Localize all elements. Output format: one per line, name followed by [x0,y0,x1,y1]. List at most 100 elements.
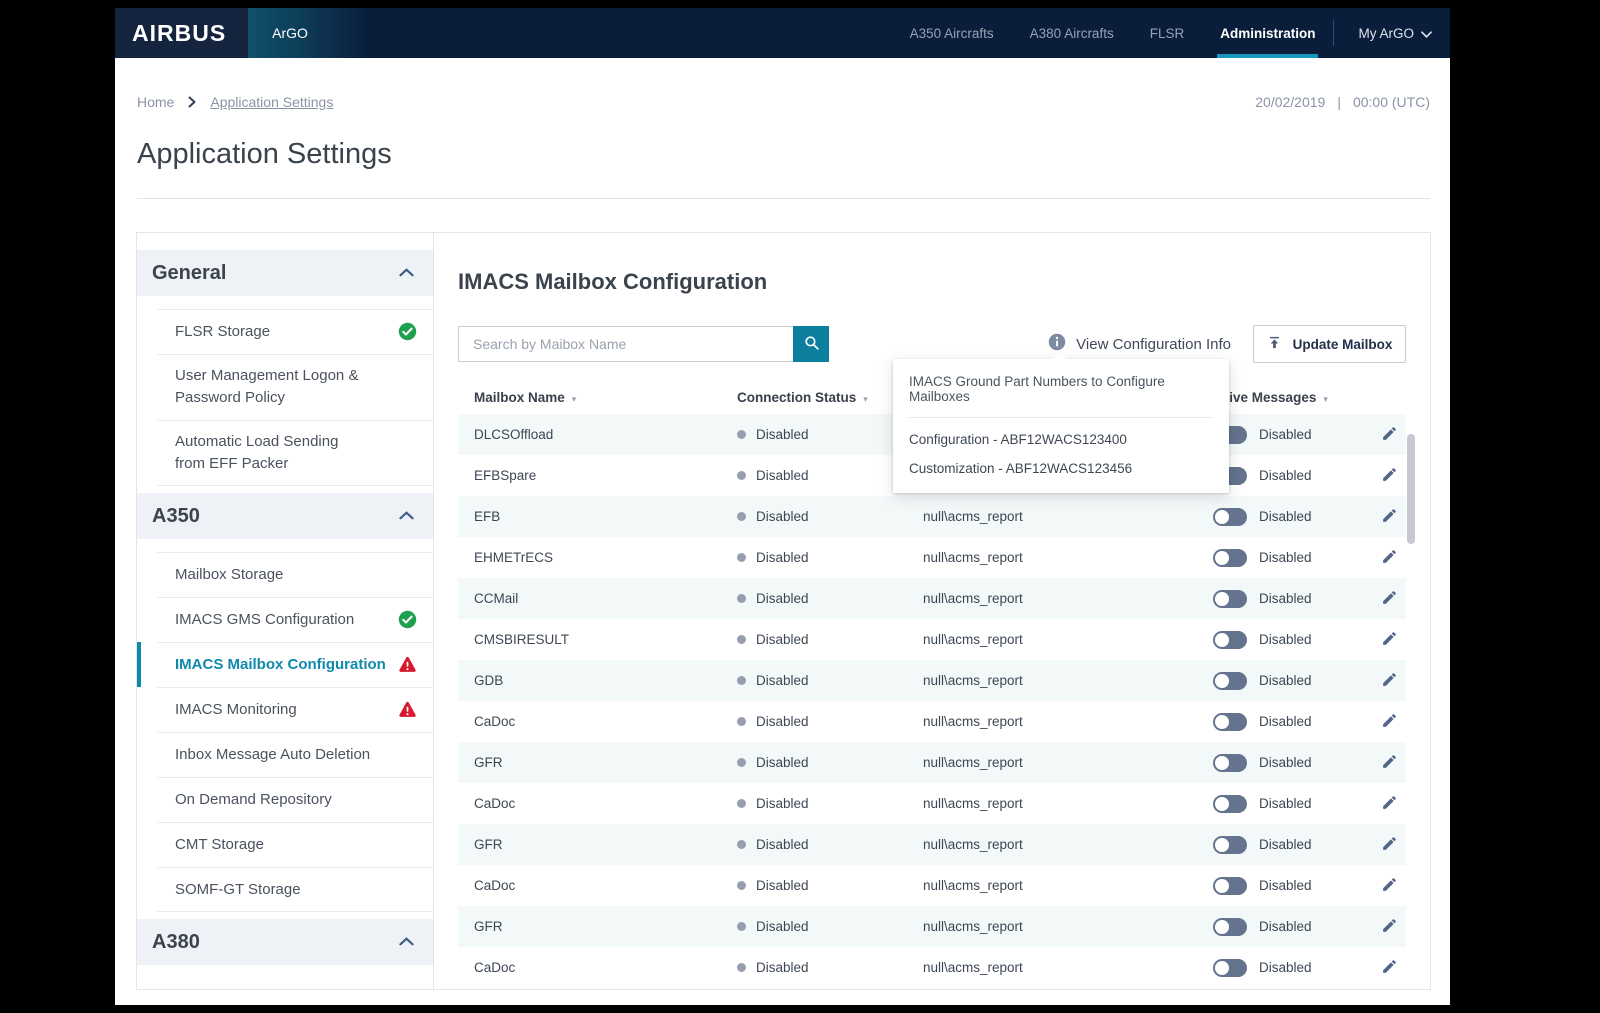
table-rows: DLCSOffload Disabled Disabled EFBSpare D… [458,414,1406,988]
sidebar-item-label: SOMF-GT Storage [175,880,301,898]
receive-toggle[interactable] [1213,917,1247,936]
table-row: CaDoc Disabled null\acms_report Disabled [458,783,1406,824]
sidebar-item[interactable]: IMACS Mailbox Configuration [137,642,433,687]
sidebar-item[interactable]: FLSR Storage [137,309,433,354]
edit-button[interactable] [1381,917,1398,937]
mailbox-path-cell: null\acms_report [923,632,1023,647]
breadcrumb-current-link[interactable]: Application Settings [210,94,333,110]
top-nav-bar: AIRBUS ArGO A350 Aircrafts A380 Aircraft… [115,8,1450,58]
sidebar-item[interactable]: SOMF-GT Storage [137,867,433,912]
nav-item[interactable]: Administration [1217,8,1319,58]
edit-button[interactable] [1381,671,1398,691]
edit-button[interactable] [1381,425,1398,445]
connection-status-label: Disabled [756,837,809,852]
sidebar-item-label: On Demand Repository [175,790,332,808]
edit-button[interactable] [1381,548,1398,568]
receive-toggle[interactable] [1213,876,1247,895]
toggle-knob-icon [1215,919,1229,934]
brand-block: AIRBUS [115,8,249,58]
status-dot-icon [737,717,746,726]
app-window: AIRBUS ArGO A350 Aircrafts A380 Aircraft… [115,8,1450,1005]
sidebar-section-header[interactable]: A350 [137,493,433,539]
search-button[interactable] [793,326,829,362]
pencil-icon [1381,507,1398,527]
sidebar-item[interactable]: CMT Storage [137,822,433,867]
receive-toggle[interactable] [1213,548,1247,567]
connection-status-label: Disabled [756,919,809,934]
toggle-knob-icon [1215,632,1229,647]
connection-status-label: Disabled [756,796,809,811]
edit-button[interactable] [1381,835,1398,855]
mailbox-name-cell: CaDoc [474,878,516,893]
receive-toggle-label: Disabled [1259,796,1312,811]
edit-button[interactable] [1381,958,1398,978]
receive-messages-cell: Disabled [1213,794,1373,813]
pencil-icon [1381,835,1398,855]
edit-button[interactable] [1381,794,1398,814]
status-dot-icon [737,430,746,439]
receive-toggle-label: Disabled [1259,960,1312,975]
toggle-knob-icon [1215,714,1229,729]
receive-toggle[interactable] [1213,589,1247,608]
chevron-up-icon [399,933,414,951]
receive-toggle[interactable] [1213,630,1247,649]
nav-item-label: A350 Aircrafts [909,25,994,41]
edit-button[interactable] [1381,876,1398,896]
sidebar-section-header[interactable]: A380 [137,919,433,965]
edit-button[interactable] [1381,589,1398,609]
breadcrumb-home-link[interactable]: Home [137,94,174,110]
column-header-receive-messages[interactable]: Receive Messages ▾ [1197,390,1373,405]
connection-status-label: Disabled [756,632,809,647]
sidebar-item-label: IMACS GMS Configuration [175,610,355,628]
connection-status-cell: Disabled [737,960,923,975]
mailbox-name-cell: CaDoc [474,714,516,729]
receive-toggle[interactable] [1213,835,1247,854]
receive-toggle[interactable] [1213,671,1247,690]
edit-button[interactable] [1381,630,1398,650]
status-dot-icon [737,635,746,644]
mailbox-name-cell: EHMETrECS [474,550,554,565]
receive-toggle[interactable] [1213,712,1247,731]
chevron-up-icon [399,507,414,525]
breadcrumb: Home Application Settings 20/02/2019 | 0… [137,92,1430,112]
nav-item[interactable]: FLSR [1150,8,1185,58]
sidebar-section-header[interactable]: General [137,250,433,296]
search-icon [803,334,820,354]
sidebar-item[interactable]: Mailbox Storage [137,552,433,597]
receive-messages-cell: Disabled [1213,466,1373,485]
table-row: GFR Disabled null\acms_report Disabled [458,906,1406,947]
sidebar-item[interactable]: Inbox Message Auto Deletion [137,732,433,777]
sidebar-item[interactable]: User Management Logon & Password Policy [137,354,433,420]
edit-button[interactable] [1381,507,1398,527]
receive-toggle[interactable] [1213,958,1247,977]
argo-app-tab[interactable]: ArGO [248,8,369,58]
receive-toggle[interactable] [1213,794,1247,813]
sidebar-item[interactable]: IMACS GMS Configuration [137,597,433,642]
view-config-info[interactable]: View Configuration Info [1048,333,1231,356]
edit-button[interactable] [1381,753,1398,773]
edit-button[interactable] [1381,712,1398,732]
update-mailbox-button[interactable]: Update Mailbox [1253,325,1406,363]
receive-messages-cell: Disabled [1213,876,1373,895]
receive-toggle[interactable] [1213,507,1247,526]
nav-item[interactable]: A380 Aircrafts [1030,8,1114,58]
sidebar-item-label: CMT Storage [175,835,264,853]
receive-toggle[interactable] [1213,753,1247,772]
nav-item[interactable]: A350 Aircrafts [910,8,994,58]
sidebar-item[interactable]: IMACS Monitoring [137,687,433,732]
sidebar-item-label: User Management Logon & Password Policy [175,367,359,406]
edit-button[interactable] [1381,466,1398,486]
page-title: Application Settings [137,138,392,170]
scrollbar-thumb[interactable] [1407,434,1415,544]
connection-status-label: Disabled [756,714,809,729]
column-header-mailbox-name[interactable]: Mailbox Name ▾ [458,390,737,405]
column-header-label: Mailbox Name [474,390,565,405]
mailbox-name-cell: DLCSOffload [474,427,554,442]
sidebar-item[interactable]: Automatic Load Sending from EFF Packer [137,420,433,486]
search-box [458,326,829,362]
sidebar-item[interactable]: On Demand Repository [137,777,433,822]
success-check-icon [398,322,417,341]
user-menu[interactable]: My ArGO [1358,26,1432,41]
toggle-knob-icon [1215,755,1229,770]
search-input[interactable] [458,326,793,362]
